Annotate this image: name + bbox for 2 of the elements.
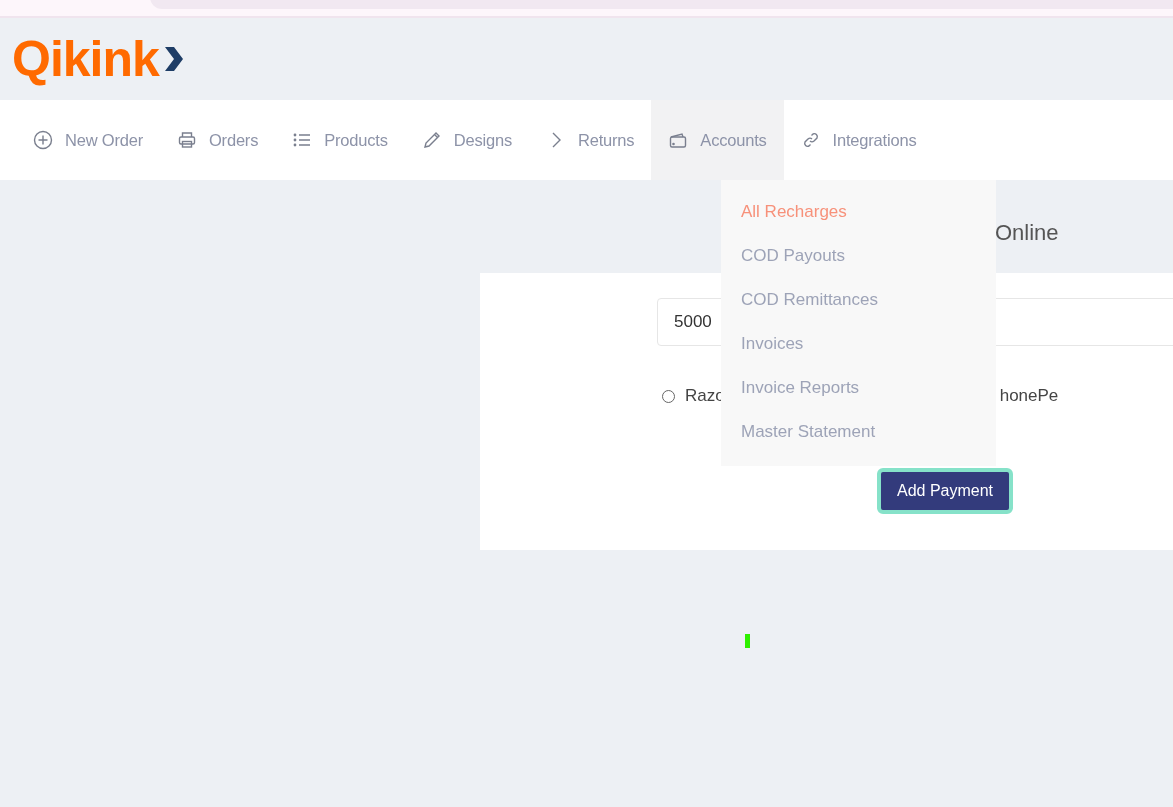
radio-label: honePe bbox=[999, 386, 1059, 406]
section-heading: Online bbox=[995, 220, 1060, 247]
